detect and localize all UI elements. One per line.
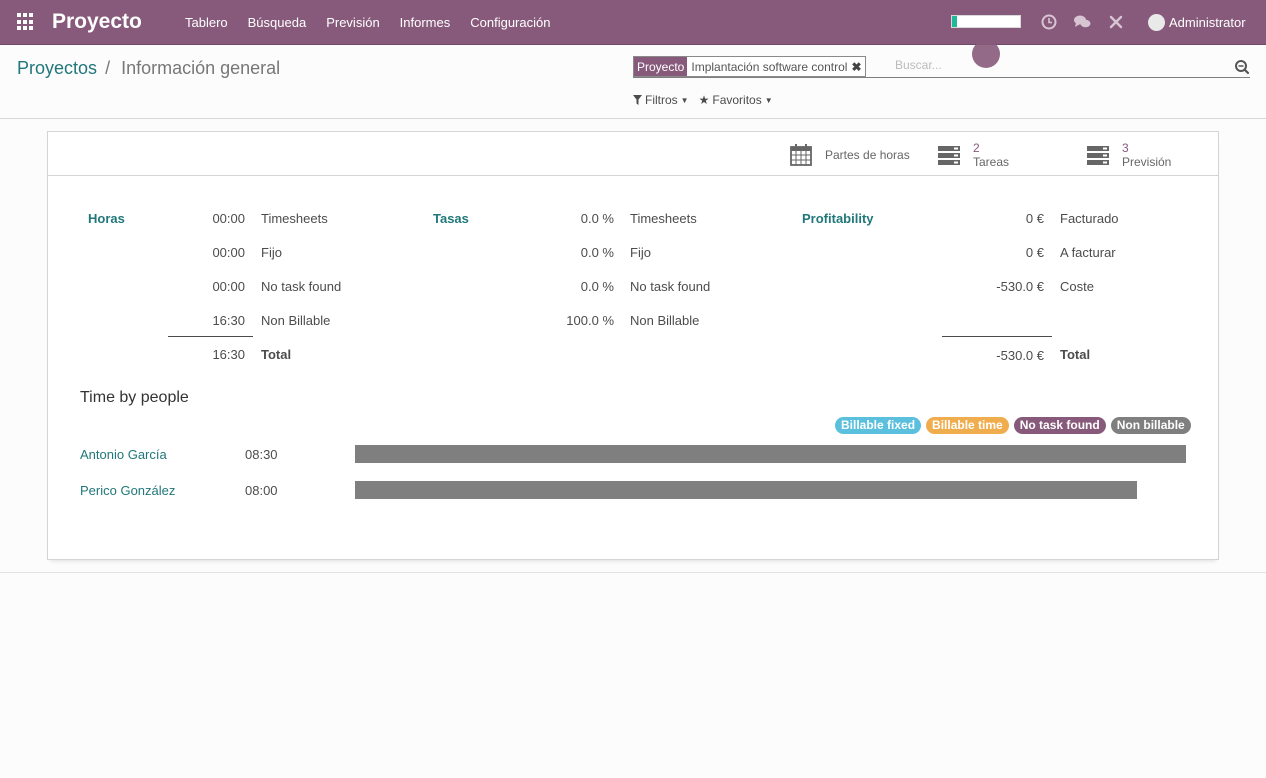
profitability-value: -530.0 € bbox=[996, 279, 1044, 294]
rates-label: Non Billable bbox=[630, 313, 700, 328]
timesheets-stat-button[interactable]: Partes de horas bbox=[789, 140, 910, 170]
profitability-value: 0 € bbox=[1025, 245, 1044, 260]
page-title: Información general bbox=[121, 58, 281, 78]
forecast-stat-label: Previsión bbox=[1122, 155, 1172, 169]
hours-value: 00:00 bbox=[212, 245, 245, 260]
person-time-bar bbox=[355, 481, 1186, 499]
hours-value: 00:00 bbox=[212, 279, 245, 294]
hours-total-divider bbox=[168, 336, 253, 337]
hours-label: Timesheets bbox=[261, 211, 328, 226]
rates-value: 0.0 % bbox=[580, 211, 614, 226]
caret-down-icon: ▼ bbox=[680, 95, 689, 105]
project-overview-sheet: Partes de horas 2 Tareas 3 Previsión Hor… bbox=[47, 131, 1219, 560]
menu-item-prevision[interactable]: Previsión bbox=[326, 15, 379, 30]
hours-total-label: Total bbox=[261, 347, 292, 362]
breadcrumb-projects-link[interactable]: Proyectos bbox=[17, 58, 97, 78]
apps-menu-icon[interactable] bbox=[17, 13, 35, 31]
non-billable-bar-segment bbox=[355, 481, 1137, 499]
person-time-bar bbox=[355, 445, 1186, 463]
rates-section-title: Tasas bbox=[433, 211, 469, 226]
star-icon: ★ bbox=[698, 93, 710, 107]
chat-icon[interactable] bbox=[1073, 13, 1091, 31]
hours-value: 16:30 bbox=[212, 313, 245, 328]
profitability-total-divider bbox=[942, 336, 1052, 337]
forecast-stat-value: 3 bbox=[1122, 141, 1129, 155]
search-options: Filtros ▼ ★ Favoritos ▼ bbox=[633, 93, 773, 107]
page-bottom-divider bbox=[0, 572, 1266, 573]
hours-label: Non Billable bbox=[261, 313, 331, 328]
forecast-stat-button[interactable]: 3 Previsión bbox=[1086, 140, 1171, 170]
profitability-label: Facturado bbox=[1060, 211, 1119, 226]
user-menu[interactable]: Administrator bbox=[1169, 15, 1246, 30]
tasks-stat-label: Tareas bbox=[973, 155, 1010, 169]
tasks-stat-button[interactable]: 2 Tareas bbox=[937, 140, 1009, 170]
favorites-label: Favoritos bbox=[712, 93, 762, 107]
legend: Billable fixed Billable time No task fou… bbox=[835, 417, 1191, 434]
menu-item-busqueda[interactable]: Búsqueda bbox=[248, 15, 307, 30]
breadcrumb-separator: / bbox=[105, 58, 111, 78]
profitability-label: A facturar bbox=[1060, 245, 1116, 260]
progress-fill bbox=[952, 16, 957, 27]
search-facet: Proyecto Implantación software control ✖ bbox=[633, 56, 866, 77]
breadcrumb: Proyectos / Información general bbox=[17, 58, 280, 79]
menu-item-informes[interactable]: Informes bbox=[400, 15, 451, 30]
time-by-people-title: Time by people bbox=[80, 389, 189, 406]
hours-section-title: Horas bbox=[88, 211, 125, 226]
legend-billable-time: Billable time bbox=[926, 417, 1009, 434]
rates-value: 0.0 % bbox=[580, 279, 614, 294]
rates-label: Fijo bbox=[630, 245, 651, 260]
legend-billable-fixed: Billable fixed bbox=[835, 417, 922, 434]
rates-value: 100.0 % bbox=[566, 313, 614, 328]
facet-remove-icon[interactable]: ✖ bbox=[851, 57, 864, 76]
rates-label: Timesheets bbox=[630, 211, 697, 226]
tasks-icon bbox=[938, 146, 960, 165]
app-title: Proyecto bbox=[52, 10, 142, 33]
top-navbar: Proyecto Tablero Búsqueda Previsión Info… bbox=[0, 0, 1266, 45]
favorites-button[interactable]: ★ Favoritos ▼ bbox=[699, 93, 773, 107]
search-facet-value: Implantación software control bbox=[691, 60, 848, 74]
rates-label: No task found bbox=[630, 279, 711, 294]
control-panel-divider bbox=[0, 118, 1266, 119]
caret-down-icon: ▼ bbox=[764, 95, 773, 105]
search-facet-label: Proyecto bbox=[634, 57, 688, 76]
mouse-cursor-indicator bbox=[972, 40, 1000, 68]
hours-label: No task found bbox=[261, 279, 342, 294]
search-icon[interactable] bbox=[1234, 59, 1250, 75]
filter-icon bbox=[633, 95, 642, 105]
profitability-total-label: Total bbox=[1060, 347, 1091, 362]
hours-value: 00:00 bbox=[212, 211, 245, 226]
hours-total-value: 16:30 bbox=[212, 347, 245, 362]
search-input[interactable] bbox=[895, 58, 1215, 72]
user-avatar[interactable] bbox=[1148, 14, 1165, 31]
person-hours: 08:30 bbox=[245, 447, 278, 462]
rates-value: 0.0 % bbox=[580, 245, 614, 260]
main-menu: Tablero Búsqueda Previsión Informes Conf… bbox=[185, 15, 570, 30]
legend-no-task-found: No task found bbox=[1013, 417, 1106, 434]
profitability-total-value: -530.0 € bbox=[996, 348, 1044, 363]
person-name-link[interactable]: Perico González bbox=[80, 483, 175, 498]
forecast-icon bbox=[1087, 146, 1109, 165]
filters-label: Filtros bbox=[645, 93, 678, 107]
filters-button[interactable]: Filtros ▼ bbox=[633, 93, 689, 107]
profitability-section-title: Profitability bbox=[802, 211, 874, 226]
profitability-value: 0 € bbox=[1025, 211, 1044, 226]
person-hours: 08:00 bbox=[245, 483, 278, 498]
menu-item-configuracion[interactable]: Configuración bbox=[470, 15, 550, 30]
stat-button-box: Partes de horas 2 Tareas 3 Previsión bbox=[48, 132, 1218, 176]
tasks-stat-value: 2 bbox=[973, 141, 980, 155]
legend-non-billable: Non billable bbox=[1110, 417, 1191, 434]
search-bar: Proyecto Implantación software control ✖ bbox=[633, 56, 1250, 78]
menu-item-tablero[interactable]: Tablero bbox=[185, 15, 228, 30]
profitability-label: Coste bbox=[1060, 279, 1094, 294]
onboarding-progress-bar[interactable] bbox=[951, 15, 1021, 28]
non-billable-bar-segment bbox=[355, 445, 1186, 463]
hours-label: Fijo bbox=[261, 245, 282, 260]
timesheets-stat-label: Partes de horas bbox=[825, 148, 910, 162]
calendar-icon bbox=[790, 144, 812, 166]
debug-tools-icon[interactable] bbox=[1107, 13, 1125, 31]
clock-icon[interactable] bbox=[1040, 13, 1058, 31]
person-name-link[interactable]: Antonio García bbox=[80, 447, 167, 462]
